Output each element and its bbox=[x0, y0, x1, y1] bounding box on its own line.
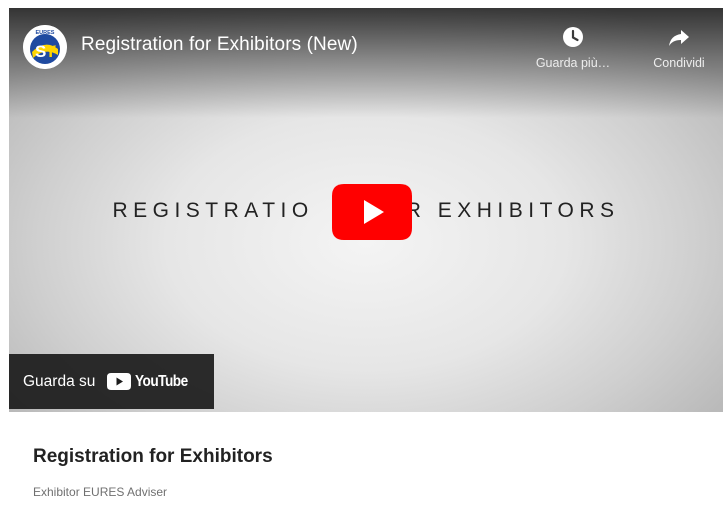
thumbnail-text-before: REGISTRATIO bbox=[112, 199, 314, 222]
svg-text:Y: Y bbox=[45, 42, 57, 61]
video-title[interactable]: Registration for Exhibitors (New) bbox=[81, 34, 358, 56]
share-button[interactable]: Condividi bbox=[633, 24, 723, 70]
youtube-play-icon bbox=[107, 373, 132, 390]
watch-later-button[interactable]: Guarda più… bbox=[527, 24, 619, 70]
share-arrow-icon bbox=[669, 30, 689, 46]
play-button[interactable] bbox=[332, 184, 412, 240]
page: S Y EURES Registration for Exhibitors (N… bbox=[0, 0, 723, 517]
caption-title: Registration for Exhibitors bbox=[33, 446, 273, 467]
share-label: Condividi bbox=[653, 56, 705, 70]
watch-on-youtube-button[interactable]: Guarda su YouTube bbox=[9, 354, 214, 409]
caption-subtitle: Exhibitor EURES Adviser bbox=[33, 485, 168, 499]
eures-logo-icon: S Y EURES bbox=[23, 25, 67, 69]
youtube-wordmark: YouTube bbox=[135, 372, 189, 390]
clock-icon bbox=[563, 27, 583, 47]
svg-text:EURES: EURES bbox=[36, 30, 55, 36]
channel-avatar[interactable]: S Y EURES bbox=[23, 25, 67, 69]
watch-later-label: Guarda più… bbox=[535, 56, 611, 70]
video-player[interactable]: S Y EURES Registration for Exhibitors (N… bbox=[9, 8, 723, 412]
play-icon bbox=[332, 184, 412, 240]
youtube-logo: YouTube bbox=[107, 373, 195, 391]
watch-on-label: Guarda su bbox=[23, 372, 96, 390]
thumbnail-text-after: R EXHIBITORS bbox=[405, 199, 620, 222]
